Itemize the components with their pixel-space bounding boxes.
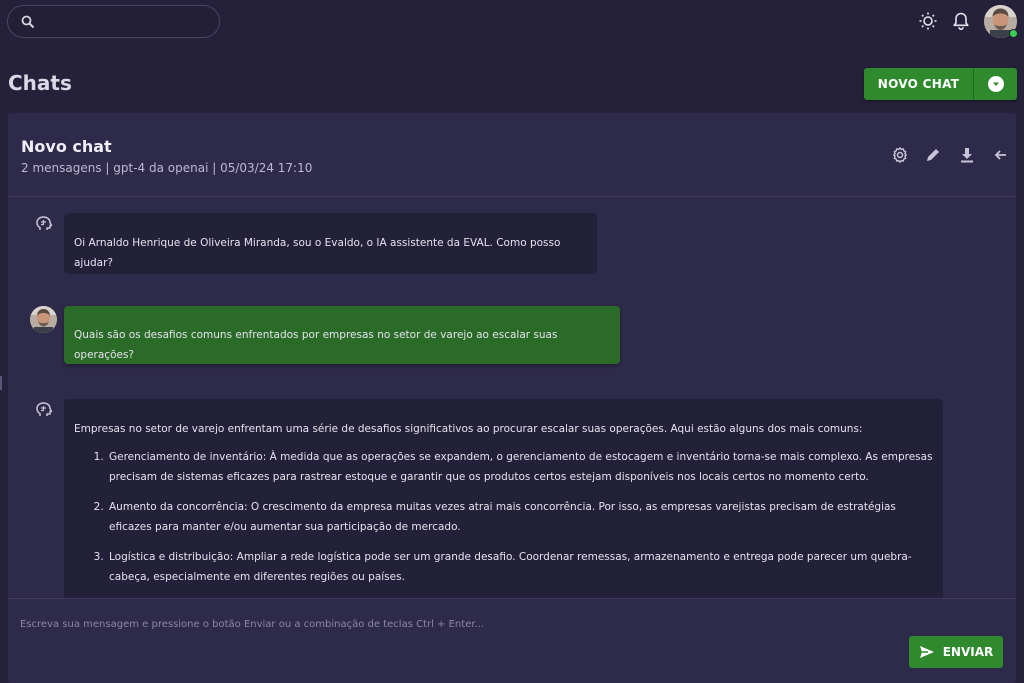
search-box[interactable] — [7, 5, 220, 38]
assistant-message: Empresas no setor de varejo enfrentam um… — [64, 399, 943, 598]
chat-title: Novo chat — [21, 137, 112, 156]
chat-meta: 2 mensagens | gpt-4 da openai | 05/03/24… — [21, 161, 313, 175]
send-button[interactable]: ENVIAR — [909, 636, 1003, 668]
search-icon — [21, 15, 35, 29]
composer-divider — [8, 598, 1016, 599]
send-label: ENVIAR — [942, 645, 994, 659]
message-list-items: Gerenciamento de inventário: À medida qu… — [107, 447, 933, 587]
message-text: Quais são os desafios comuns enfrentados… — [74, 329, 558, 361]
message-input[interactable]: Escreva sua mensagem e pressione o botão… — [20, 619, 484, 630]
message-intro: Empresas no setor de varejo enfrentam um… — [74, 423, 863, 435]
message-text: Oi Arnaldo Henrique de Oliveira Miranda,… — [74, 237, 561, 269]
new-chat-button[interactable]: NOVO CHAT — [864, 68, 973, 100]
back-arrow-icon[interactable] — [991, 146, 1009, 164]
edit-icon[interactable] — [924, 146, 942, 164]
user-message-avatar — [30, 306, 57, 333]
settings-icon[interactable] — [891, 146, 909, 164]
online-status-dot — [1009, 29, 1018, 38]
theme-icon[interactable] — [918, 11, 938, 31]
list-item: Logística e distribuição: Ampliar a rede… — [107, 547, 933, 587]
list-item: Aumento da concorrência: O crescimento d… — [107, 497, 933, 537]
list-item: Gerenciamento de inventário: À medida qu… — [107, 447, 933, 487]
assistant-message: Oi Arnaldo Henrique de Oliveira Miranda,… — [64, 213, 597, 274]
scroll-handle[interactable] — [0, 376, 2, 390]
top-bar — [0, 0, 1024, 44]
send-icon — [919, 646, 934, 658]
download-icon[interactable] — [958, 146, 976, 164]
new-chat-dropdown-button[interactable] — [974, 68, 1017, 100]
brain-icon — [36, 402, 53, 416]
chevron-down-icon — [987, 76, 1004, 92]
page-title: Chats — [8, 71, 72, 95]
bell-icon[interactable] — [951, 11, 971, 31]
chat-panel: Novo chat 2 mensagens | gpt-4 da openai … — [8, 113, 1016, 683]
user-message: Quais são os desafios comuns enfrentados… — [64, 306, 620, 364]
message-list[interactable]: Oi Arnaldo Henrique de Oliveira Miranda,… — [8, 197, 1016, 598]
new-chat-button-group: NOVO CHAT — [864, 68, 1017, 100]
search-input[interactable] — [42, 12, 212, 32]
brain-icon — [36, 216, 53, 230]
